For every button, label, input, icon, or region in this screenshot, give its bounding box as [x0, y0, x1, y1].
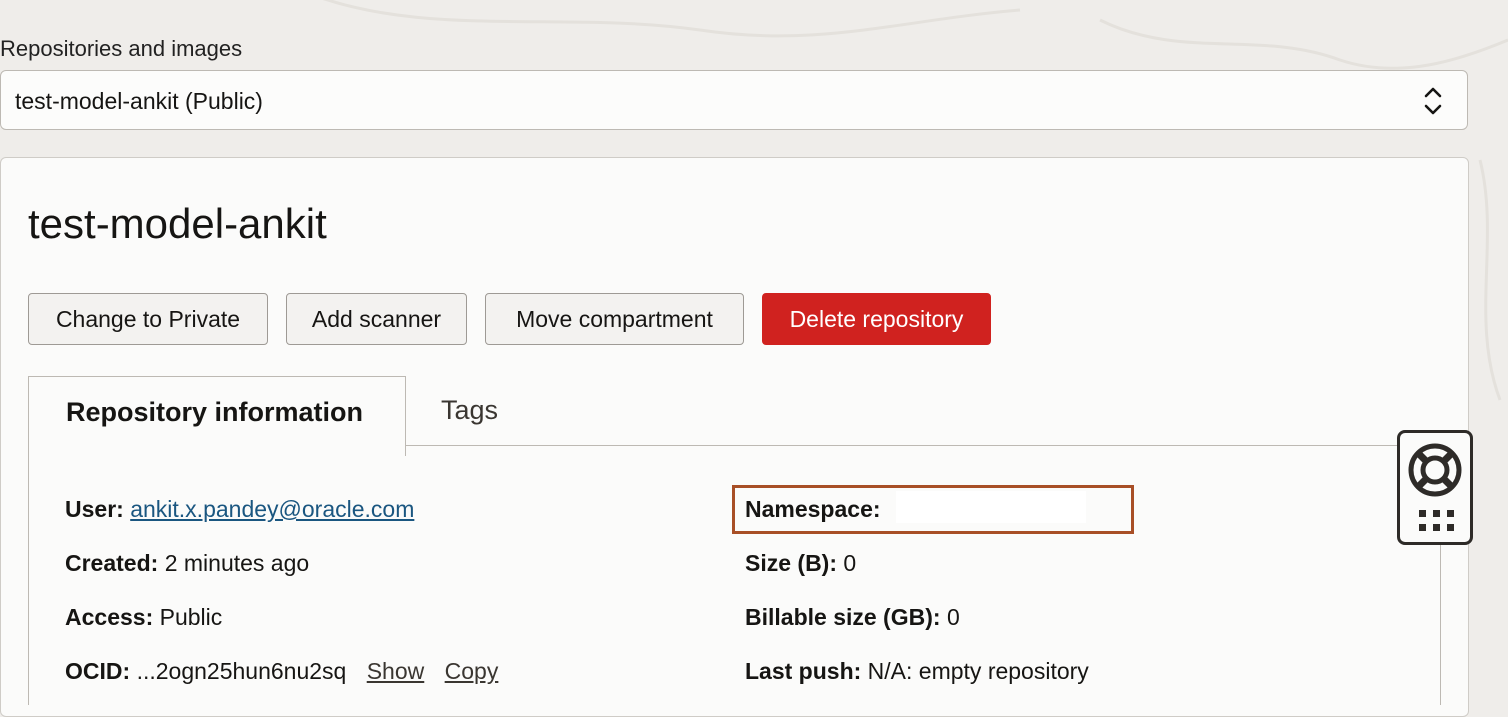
info-access: Access: Public [65, 604, 222, 631]
billable-label: Billable size (GB): [745, 604, 941, 630]
info-namespace: Namespace: [745, 496, 881, 523]
help-widget[interactable] [1397, 430, 1473, 545]
created-label: Created: [65, 550, 159, 576]
info-last-push: Last push: N/A: empty repository [745, 658, 1089, 685]
lifebuoy-icon [1408, 443, 1462, 497]
repositories-select-label: Repositories and images [0, 36, 243, 61]
grid-dots-icon [1419, 510, 1454, 531]
info-billable: Billable size (GB): 0 [745, 604, 960, 631]
tabs-divider [405, 445, 1441, 446]
tab-tags[interactable]: Tags [441, 395, 498, 426]
info-ocid: OCID: ...2ogn25hun6nu2sq Show Copy [65, 658, 498, 685]
access-value: Public [159, 604, 223, 630]
namespace-label: Namespace: [745, 496, 881, 522]
access-label: Access: [65, 604, 154, 630]
billable-value: 0 [946, 604, 960, 630]
created-value: 2 minutes ago [164, 550, 310, 576]
repository-title: test-model-ankit [28, 200, 327, 247]
move-compartment-button[interactable]: Move compartment [485, 293, 744, 345]
delete-repository-button[interactable]: Delete repository [762, 293, 991, 345]
namespace-redaction [896, 491, 1086, 523]
size-value: 0 [843, 550, 857, 576]
last-push-label: Last push: [745, 658, 862, 684]
last-push-value: N/A: empty repository [867, 658, 1089, 684]
add-scanner-button[interactable]: Add scanner [286, 293, 467, 345]
info-size: Size (B): 0 [745, 550, 856, 577]
change-to-private-button[interactable]: Change to Private [28, 293, 268, 345]
tab-label: Repository information [66, 397, 364, 427]
user-label: User: [65, 496, 124, 522]
user-email-link[interactable]: ankit.x.pandey@oracle.com [130, 496, 414, 522]
repository-select-value: test-model-ankit (Public) [15, 88, 263, 114]
repository-select[interactable]: test-model-ankit (Public) [0, 70, 1468, 130]
size-label: Size (B): [745, 550, 837, 576]
ocid-copy-link[interactable]: Copy [445, 658, 499, 684]
ocid-value: ...2ogn25hun6nu2sq [136, 658, 347, 684]
ocid-label: OCID: [65, 658, 131, 684]
tab-content-border-left [28, 445, 29, 705]
info-created: Created: 2 minutes ago [65, 550, 309, 577]
ocid-show-link[interactable]: Show [367, 658, 425, 684]
chevron-up-down-icon [1424, 87, 1442, 115]
tab-repository-information[interactable]: Repository information [28, 376, 406, 456]
info-user: User: ankit.x.pandey@oracle.com [65, 496, 414, 523]
